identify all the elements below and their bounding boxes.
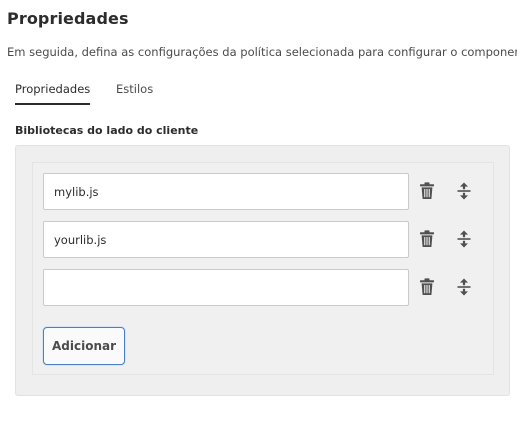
- multifield-item: [43, 269, 493, 306]
- tab-propriedades[interactable]: Propriedades: [15, 82, 91, 105]
- multifield-container: Adicionar: [32, 162, 494, 375]
- delete-item-button[interactable]: [417, 277, 437, 297]
- move-vertical-icon: [457, 230, 471, 248]
- library-input[interactable]: [43, 221, 409, 258]
- reorder-item-button[interactable]: [454, 277, 474, 297]
- delete-item-button[interactable]: [417, 229, 437, 249]
- policy-properties-page: Propriedades Em seguida, defina as confi…: [0, 0, 517, 421]
- library-input[interactable]: [43, 173, 409, 210]
- client-libraries-panel: Adicionar: [15, 145, 510, 396]
- tab-estilos[interactable]: Estilos: [116, 82, 153, 103]
- reorder-item-button[interactable]: [454, 229, 474, 249]
- add-button[interactable]: Adicionar: [43, 327, 125, 365]
- page-subtitle: Em seguida, defina as configurações da p…: [7, 45, 517, 59]
- multifield-item: [43, 221, 493, 258]
- library-input[interactable]: [43, 269, 409, 306]
- trash-icon: [420, 230, 434, 247]
- reorder-item-button[interactable]: [454, 181, 474, 201]
- move-vertical-icon: [457, 182, 471, 200]
- trash-icon: [420, 278, 434, 295]
- move-vertical-icon: [457, 278, 471, 296]
- delete-item-button[interactable]: [417, 181, 437, 201]
- multifield-item: [43, 173, 493, 210]
- trash-icon: [420, 182, 434, 199]
- section-label: Bibliotecas do lado do cliente: [15, 124, 199, 137]
- page-title: Propriedades: [7, 9, 129, 28]
